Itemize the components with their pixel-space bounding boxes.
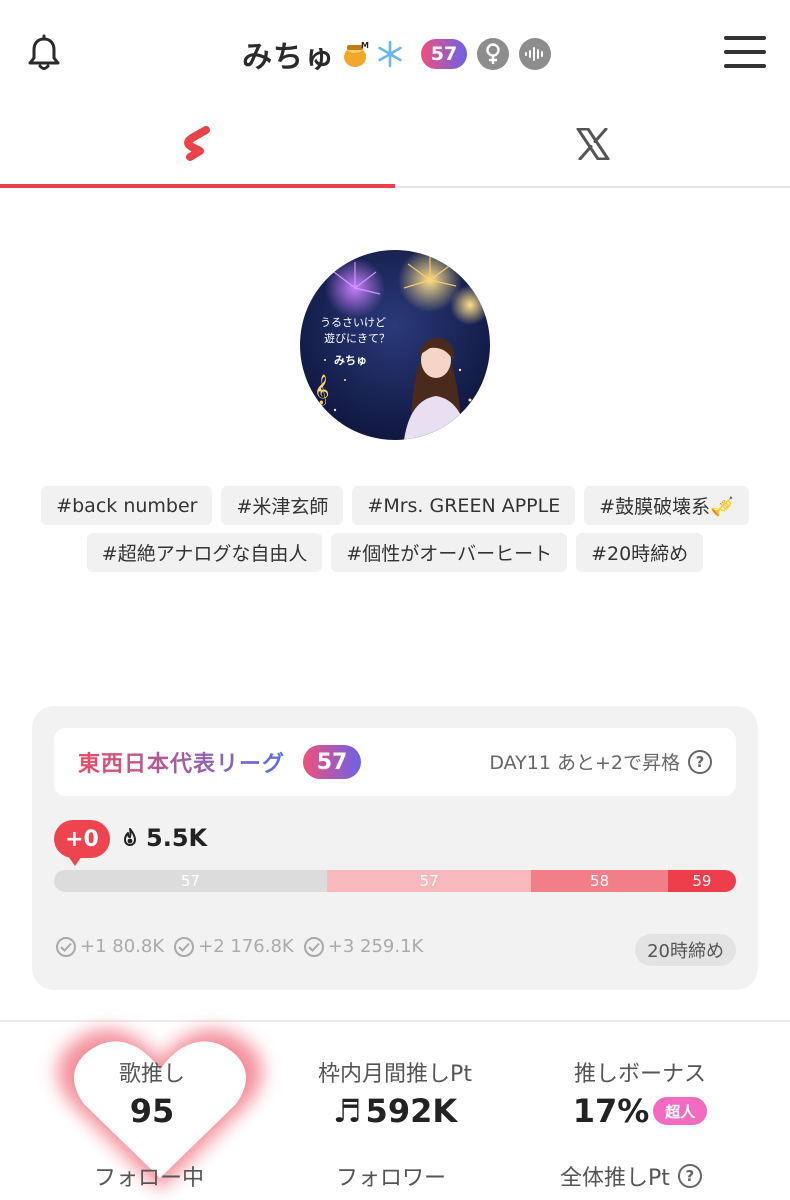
gender-female-icon — [477, 38, 509, 70]
league-points: 5.5K — [120, 824, 207, 852]
avatar-name: みちゅ — [334, 354, 367, 367]
bonus-label: 推しボーナス — [573, 1062, 706, 1087]
hamburger-menu-icon[interactable] — [724, 36, 766, 72]
level-badge: 57 — [421, 39, 467, 69]
hashtag-list: #back number #米津玄師 #Mrs. GREEN APPLE #鼓膜… — [40, 486, 750, 572]
hashtag-chip[interactable]: #個性がオーバーヒート — [331, 533, 568, 572]
check-circle-icon — [303, 936, 324, 957]
avatar-text-1: うるさいけど — [320, 316, 386, 329]
league-progress-bar: 57 57 58 59 — [54, 870, 736, 892]
league-card[interactable]: 東西日本代表リーグ 57 DAY11 あと+2で昇格 ? +0 5.5K 57 5… — [32, 706, 758, 990]
avatar-text-2: 遊びにきて？ — [324, 331, 390, 345]
hashtag-chip[interactable]: #Mrs. GREEN APPLE — [352, 486, 576, 525]
progress-segment: 59 — [667, 870, 736, 892]
total-push-link[interactable]: 全体推しPt ? — [560, 1160, 702, 1192]
song-push-label: 歌推し — [118, 1062, 185, 1087]
monthly-push-label: 枠内月間推しPt — [318, 1062, 472, 1087]
honey-pot-icon: M — [344, 41, 369, 67]
check-circle-icon — [174, 936, 195, 957]
bonus-stat[interactable]: 推しボーナス 17% 超人 — [530, 1056, 750, 1130]
help-icon[interactable]: ? — [677, 1164, 702, 1188]
bell-icon[interactable] — [24, 34, 64, 74]
profile-name: みちゅ — [242, 40, 335, 75]
league-day-info: DAY11 あと+2で昇格 ? — [489, 748, 712, 775]
app-logo-icon — [183, 126, 210, 161]
bonus-value: 17% 超人 — [530, 1092, 750, 1130]
svg-text:M: M — [361, 41, 369, 50]
threshold-item: +2 176.8K — [174, 936, 294, 957]
followers-link[interactable]: フォロワー — [336, 1160, 446, 1192]
league-header[interactable]: 東西日本代表リーグ 57 DAY11 あと+2で昇格 ? — [54, 728, 736, 796]
league-level-badge: 57 — [303, 745, 361, 779]
threshold-text: +3 259.1K — [327, 936, 424, 957]
check-circle-icon — [56, 936, 76, 957]
threshold-item: +3 259.1K — [303, 936, 424, 957]
profile-tabs — [0, 100, 790, 188]
flame-icon — [124, 828, 136, 846]
following-link[interactable]: フォロー中 — [94, 1160, 204, 1192]
monthly-push-stat[interactable]: 枠内月間推しPt ♬ 592K — [290, 1056, 500, 1130]
profile-title: みちゅ M 57 — [242, 32, 551, 76]
voice-wave-icon — [519, 38, 551, 70]
hashtag-chip[interactable]: #20時締め — [576, 533, 704, 572]
music-note-icon: ♬ — [332, 1092, 362, 1130]
active-tab-indicator — [0, 184, 395, 188]
treble-clef-icon: 𝄞 — [314, 374, 329, 406]
tab-x[interactable] — [395, 100, 790, 188]
hashtag-chip[interactable]: #鼓膜破壊系🎺 — [584, 486, 749, 525]
threshold-text: +1 80.8K — [80, 936, 165, 957]
progress-segment: 58 — [531, 870, 668, 892]
hashtag-chip[interactable]: #back number — [41, 486, 213, 525]
super-badge: 超人 — [653, 1097, 708, 1125]
threshold-text: +2 176.8K — [198, 936, 294, 957]
profile-avatar[interactable]: うるさいけど 遊びにきて？ みちゅ 𝄞 — [300, 250, 490, 440]
league-points-value: 5.5K — [146, 824, 208, 852]
hashtag-chip[interactable]: #米津玄師 — [221, 486, 344, 525]
threshold-item: +1 80.8K — [56, 936, 164, 957]
progress-segment: 57 — [326, 870, 532, 892]
delta-badge: +0 — [54, 820, 110, 866]
progress-segment: 57 — [54, 870, 327, 892]
league-day-text: DAY11 あと+2で昇格 — [489, 752, 680, 774]
x-logo-icon — [576, 128, 609, 160]
snowflake-icon — [378, 40, 402, 68]
promotion-thresholds: +1 80.8K +2 176.8K +3 259.1K — [56, 936, 423, 957]
help-icon[interactable]: ? — [688, 749, 712, 774]
monthly-push-value: ♬ 592K — [332, 1092, 458, 1130]
song-push-value: 95 — [129, 1092, 175, 1130]
app-header: みちゅ M 57 — [0, 0, 790, 110]
deadline-pill: 20時締め — [635, 934, 736, 966]
hashtag-chip[interactable]: #超絶アナログな自由人 — [86, 533, 323, 572]
league-name: 東西日本代表リーグ — [78, 746, 285, 778]
song-push-stat[interactable]: 歌推し 95 — [72, 1056, 232, 1130]
tab-app[interactable] — [0, 100, 395, 188]
